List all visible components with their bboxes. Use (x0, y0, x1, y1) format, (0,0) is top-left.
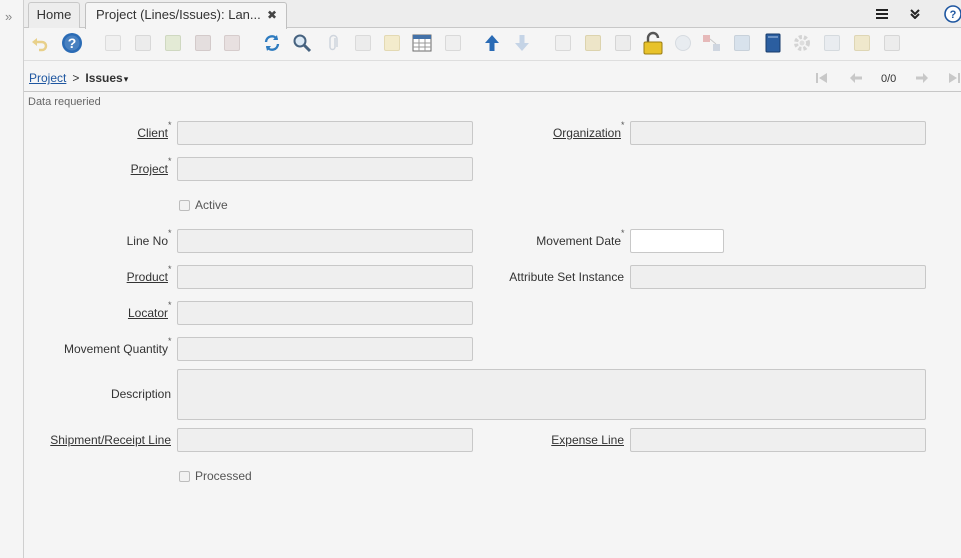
client-label[interactable]: Client (137, 126, 168, 140)
locator-field[interactable] (177, 301, 473, 325)
client-required-mark: * (168, 120, 172, 130)
first-record-icon[interactable] (816, 72, 828, 87)
process-icon[interactable] (791, 32, 813, 54)
locator-required-mark: * (168, 300, 172, 310)
movement-date-field[interactable] (630, 229, 724, 253)
notes-icon[interactable] (381, 32, 403, 54)
movement-date-label: Movement Date (536, 234, 621, 248)
collapse-all-icon[interactable] (910, 7, 920, 22)
active-checkbox[interactable]: Active (179, 198, 228, 212)
chat-icon[interactable] (352, 32, 374, 54)
undo-icon[interactable] (28, 32, 50, 54)
product-info-icon[interactable] (762, 32, 784, 54)
detail-icon[interactable] (442, 32, 464, 54)
window-toolbar: ? (24, 28, 961, 61)
line-no-label: Line No (126, 234, 168, 248)
line-no-field[interactable] (177, 229, 473, 253)
processed-checkbox-label: Processed (195, 469, 252, 483)
import-icon[interactable] (881, 32, 903, 54)
export-icon[interactable] (851, 32, 873, 54)
status-message: Data requeried (28, 96, 101, 108)
workflow-icon[interactable] (701, 32, 723, 54)
requests-icon[interactable] (731, 32, 753, 54)
copy-icon[interactable] (132, 32, 154, 54)
new-icon[interactable] (102, 32, 124, 54)
attachment-icon[interactable] (322, 32, 344, 54)
description-textarea[interactable] (177, 369, 926, 420)
expense-line-label[interactable]: Expense Line (551, 433, 624, 447)
record-count: 0/0 (881, 73, 897, 85)
help-circle-icon[interactable]: ? (944, 5, 961, 26)
svg-text:?: ? (950, 9, 957, 21)
active-checkbox-box[interactable] (179, 199, 190, 211)
movement-quantity-label: Movement Quantity (63, 342, 168, 356)
client-field[interactable] (177, 121, 473, 145)
save-icon[interactable] (192, 32, 214, 54)
locator-label[interactable]: Locator (128, 306, 168, 320)
organization-field[interactable] (630, 121, 926, 145)
child-icon[interactable] (511, 32, 533, 54)
breadcrumb-bar: Project > Issues▾ 0/0 (24, 66, 961, 92)
project-field[interactable] (177, 157, 473, 181)
shipment-receipt-line-label[interactable]: Shipment/Receipt Line (50, 433, 171, 447)
zoom-across-icon[interactable] (672, 32, 694, 54)
attribute-set-instance-field[interactable] (630, 265, 926, 289)
breadcrumb-dropdown-icon[interactable]: ▾ (124, 74, 129, 84)
attribute-set-instance-label: Attribute Set Instance (509, 270, 624, 284)
movement-date-required-mark: * (621, 228, 625, 238)
line-no-required-mark: * (168, 228, 172, 238)
find-icon[interactable] (291, 32, 313, 54)
expense-line-field[interactable] (630, 428, 926, 452)
tab-tools: ? (871, 0, 961, 28)
product-label[interactable]: Product (127, 270, 168, 284)
breadcrumb-project-link[interactable]: Project (29, 71, 66, 85)
movement-quantity-required-mark: * (168, 336, 172, 346)
tab-active-label: Project (Lines/Issues): Lan... (96, 7, 261, 22)
lock-icon[interactable] (642, 31, 664, 55)
report-icon[interactable] (821, 32, 843, 54)
grid-toggle-icon[interactable] (411, 32, 433, 54)
svg-text:?: ? (68, 35, 77, 51)
processed-checkbox-box[interactable] (179, 470, 190, 482)
delete-icon[interactable] (162, 32, 184, 54)
tab-project-lines-issues[interactable]: Project (Lines/Issues): Lan... ✖ (85, 2, 287, 29)
previous-record-icon[interactable] (849, 72, 863, 87)
next-record-icon[interactable] (915, 72, 929, 87)
save-new-icon[interactable] (221, 32, 243, 54)
organization-label[interactable]: Organization (553, 126, 621, 140)
history-icon[interactable] (552, 32, 574, 54)
description-label: Description (110, 387, 171, 401)
west-panel: » (0, 0, 24, 558)
window-tabbar: Home Project (Lines/Issues): Lan... ✖ ? (24, 0, 961, 29)
product-required-mark: * (168, 264, 172, 274)
movement-quantity-field[interactable] (177, 337, 473, 361)
active-checkbox-label: Active (195, 198, 228, 212)
last-record-icon[interactable] (948, 72, 960, 87)
archive-icon[interactable] (582, 32, 604, 54)
tab-menu-icon[interactable] (876, 7, 888, 22)
breadcrumb-separator: > (72, 71, 80, 85)
product-field[interactable] (177, 265, 473, 289)
tab-home[interactable]: Home (28, 2, 80, 28)
close-tab-icon[interactable]: ✖ (267, 3, 277, 27)
shipment-receipt-line-field[interactable] (177, 428, 473, 452)
expand-panel-icon[interactable]: » (5, 9, 12, 24)
breadcrumb: Project > Issues▾ (29, 71, 128, 85)
tab-home-label: Home (36, 7, 72, 22)
project-required-mark: * (168, 156, 172, 166)
refresh-icon[interactable] (261, 32, 283, 54)
parent-icon[interactable] (481, 32, 503, 54)
organization-required-mark: * (621, 120, 625, 130)
project-label[interactable]: Project (131, 162, 168, 176)
help-icon[interactable]: ? (61, 32, 83, 54)
breadcrumb-current[interactable]: Issues (85, 71, 122, 85)
processed-checkbox[interactable]: Processed (179, 469, 252, 483)
print-icon[interactable] (612, 32, 634, 54)
